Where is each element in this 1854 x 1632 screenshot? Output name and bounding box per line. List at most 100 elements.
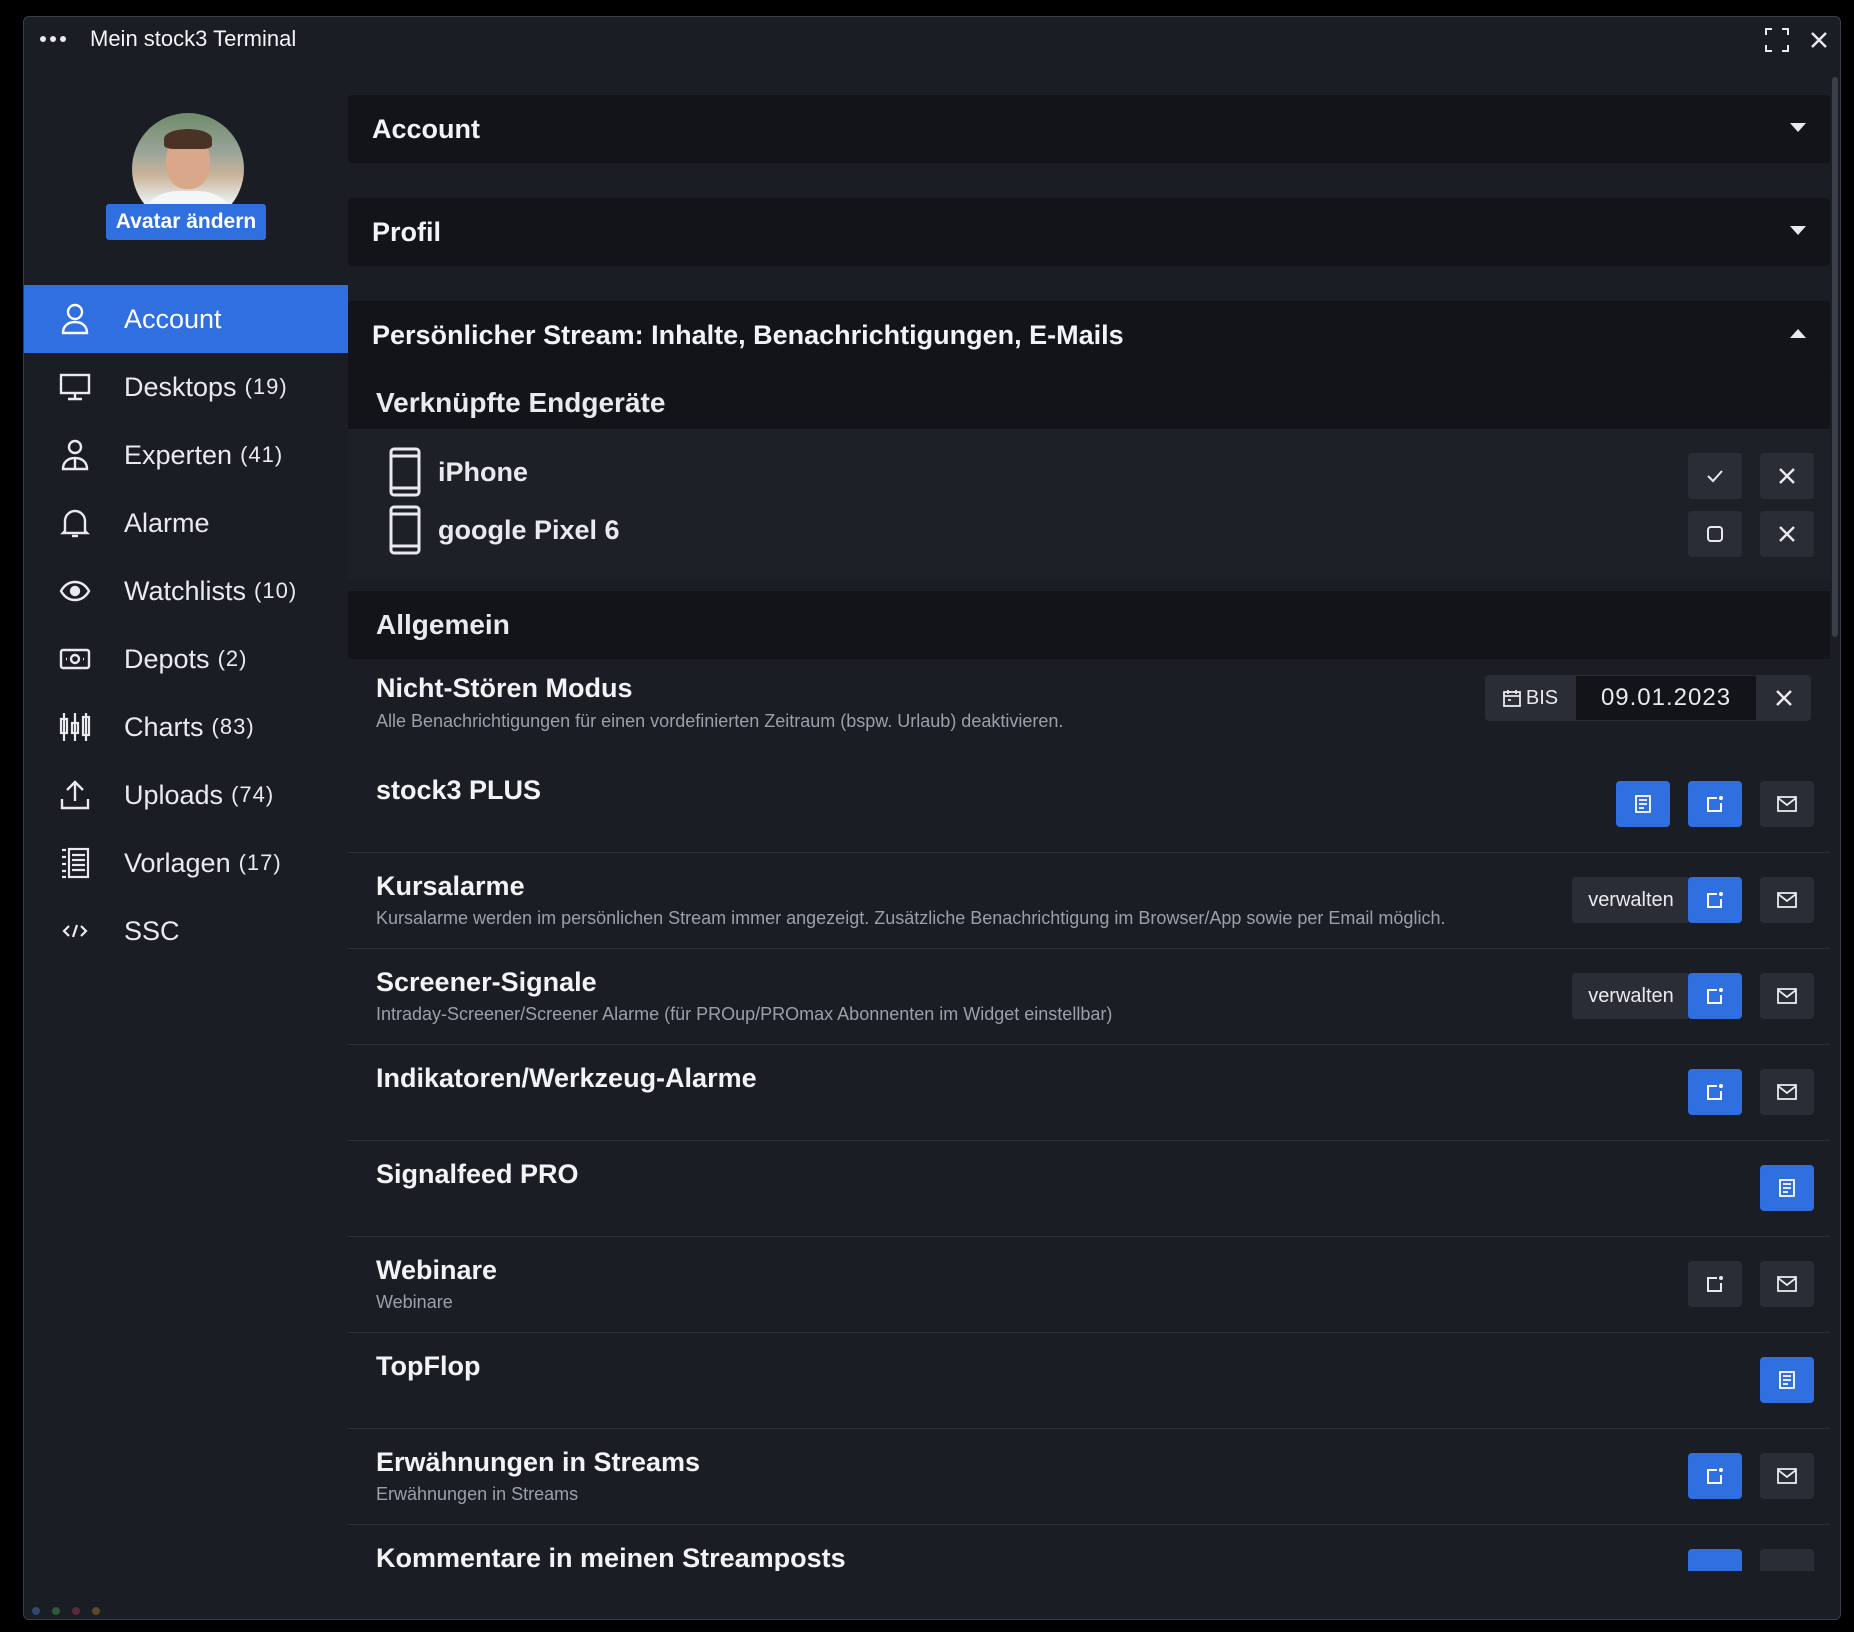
- stream-toggle-button[interactable]: [1760, 1357, 1814, 1403]
- email-toggle-button[interactable]: [1760, 1069, 1814, 1115]
- sidebar-item-vorlagen[interactable]: Vorlagen (17): [24, 829, 348, 897]
- setting-row-topflop: TopFlop: [348, 1333, 1830, 1429]
- expand-icon[interactable]: [1764, 27, 1790, 53]
- sidebar: Avatar ändern Account Desktops (19) Expe: [24, 61, 348, 1619]
- row-subtitle: Erwähnungen in Streams: [376, 1484, 579, 1504]
- push-notification-icon: [1707, 892, 1723, 908]
- row-title: Kursalarme: [376, 871, 525, 901]
- push-toggle-button[interactable]: [1688, 1261, 1742, 1307]
- sidebar-item-uploads[interactable]: Uploads (74): [24, 761, 348, 829]
- panel-profil-header[interactable]: Profil: [348, 198, 1830, 266]
- window-title: Mein stock3 Terminal: [90, 26, 297, 51]
- sidebar-item-label: Vorlagen: [124, 847, 231, 878]
- device-pixel-checkbox[interactable]: [1688, 511, 1742, 557]
- panel-title: Persönlicher Stream: Inhalte, Benachrich…: [372, 319, 1124, 350]
- push-toggle-button[interactable]: [1688, 1549, 1742, 1571]
- sidebar-item-count: (10): [254, 578, 298, 603]
- template-icon: [58, 846, 92, 880]
- push-toggle-button[interactable]: [1688, 1453, 1742, 1499]
- sidebar-item-count: (19): [244, 374, 288, 399]
- user-icon: [58, 302, 92, 336]
- email-toggle-button[interactable]: [1760, 973, 1814, 1019]
- panel-title: Account: [372, 113, 480, 144]
- check-icon: [1707, 470, 1723, 483]
- email-toggle-button[interactable]: [1760, 877, 1814, 923]
- device-name: google Pixel 6: [438, 514, 620, 545]
- sidebar-item-label: Charts: [124, 711, 204, 742]
- row-title: TopFlop: [376, 1351, 481, 1381]
- dnd-date-input[interactable]: 09.01.2023: [1575, 675, 1757, 721]
- dnd-clear-button[interactable]: [1757, 675, 1811, 721]
- close-icon[interactable]: [1806, 27, 1832, 53]
- device-name: iPhone: [438, 456, 529, 487]
- sidebar-item-alarme[interactable]: Alarme: [24, 489, 348, 557]
- sidebar-nav: Account Desktops (19) Experten (41) Alar…: [24, 285, 348, 965]
- mail-icon: [1777, 892, 1797, 908]
- setting-row-kommentare: Kommentare in meinen Streamposts: [348, 1525, 1830, 1571]
- stream-toggle-button[interactable]: [1616, 781, 1670, 827]
- email-toggle-button[interactable]: [1760, 1453, 1814, 1499]
- checkbox-empty-icon: [1707, 526, 1723, 542]
- row-subtitle: Webinare: [376, 1292, 453, 1312]
- sidebar-item-watchlists[interactable]: Watchlists (10): [24, 557, 348, 625]
- stream-icon: [1779, 1371, 1795, 1389]
- device-item-iphone: iPhone: [388, 447, 528, 497]
- date-label[interactable]: BIS: [1485, 675, 1575, 721]
- email-toggle-button[interactable]: [1760, 781, 1814, 827]
- device-pixel-remove-button[interactable]: [1760, 511, 1814, 557]
- device-iphone-checkbox[interactable]: [1688, 453, 1742, 499]
- code-icon: [58, 914, 92, 948]
- sidebar-item-label: Uploads: [124, 779, 224, 810]
- section-allgemein-title: Allgemein: [348, 591, 1830, 659]
- push-toggle-button[interactable]: [1688, 781, 1742, 827]
- sidebar-item-label: Depots: [124, 643, 210, 674]
- setting-row-webinare: Webinare Webinare: [348, 1237, 1830, 1333]
- mail-icon: [1777, 1468, 1797, 1484]
- row-subtitle: Intraday-Screener/Screener Alarme (für P…: [376, 1004, 1113, 1024]
- main-content: Account Profil Persönlicher Stream: Inha…: [348, 61, 1830, 1571]
- sidebar-item-depots[interactable]: Depots (2): [24, 625, 348, 693]
- scrollbar[interactable]: [1832, 77, 1838, 637]
- phone-icon: [389, 447, 421, 497]
- chevron-down-icon: [1790, 226, 1806, 235]
- mail-icon: [1777, 1084, 1797, 1100]
- setting-row-indikatoren: Indikatoren/Werkzeug-Alarme: [348, 1045, 1830, 1141]
- change-avatar-button[interactable]: Avatar ändern: [106, 204, 266, 240]
- panel-stream-header[interactable]: Persönlicher Stream: Inhalte, Benachrich…: [348, 301, 1830, 369]
- sidebar-item-label: Experten: [124, 439, 233, 470]
- row-title: Indikatoren/Werkzeug-Alarme: [376, 1063, 757, 1093]
- close-icon: [1779, 468, 1795, 484]
- setting-row-dnd: Nicht-Stören Modus Alle Benachrichtigung…: [348, 661, 1830, 757]
- push-notification-icon: [1707, 796, 1723, 812]
- push-toggle-button[interactable]: [1688, 973, 1742, 1019]
- panel-title: Profil: [372, 216, 442, 247]
- stream-icon: [1779, 1179, 1795, 1197]
- panel-account-header[interactable]: Account: [348, 95, 1830, 163]
- stream-icon: [1635, 795, 1651, 813]
- setting-row-erwaehnungen: Erwähnungen in Streams Erwähnungen in St…: [348, 1429, 1830, 1525]
- titlebar: Mein stock3 Terminal: [24, 17, 1840, 61]
- manage-button[interactable]: verwalten: [1572, 877, 1690, 923]
- row-title: Signalfeed PRO: [376, 1159, 579, 1189]
- status-dots: [32, 1607, 100, 1615]
- device-iphone-remove-button[interactable]: [1760, 453, 1814, 499]
- manage-button[interactable]: verwalten: [1572, 973, 1690, 1019]
- sidebar-item-label: SSC: [124, 915, 180, 946]
- push-toggle-button[interactable]: [1688, 877, 1742, 923]
- stream-toggle-button[interactable]: [1760, 1165, 1814, 1211]
- sidebar-item-desktops[interactable]: Desktops (19): [24, 353, 348, 421]
- push-toggle-button[interactable]: [1688, 1069, 1742, 1115]
- chevron-up-icon: [1790, 329, 1806, 338]
- email-toggle-button[interactable]: [1760, 1549, 1814, 1571]
- sidebar-item-account[interactable]: Account: [24, 285, 348, 353]
- sidebar-item-count: (17): [238, 850, 282, 875]
- mail-icon: [1777, 796, 1797, 812]
- dnd-date-control: BIS 09.01.2023: [1485, 675, 1811, 721]
- push-notification-icon: [1707, 1084, 1723, 1100]
- sidebar-item-experten[interactable]: Experten (41): [24, 421, 348, 489]
- email-toggle-button[interactable]: [1760, 1261, 1814, 1307]
- sidebar-item-charts[interactable]: Charts (83): [24, 693, 348, 761]
- sidebar-item-ssc[interactable]: SSC: [24, 897, 348, 965]
- sidebar-item-count: (2): [217, 646, 248, 671]
- menu-dots-icon[interactable]: [40, 36, 68, 42]
